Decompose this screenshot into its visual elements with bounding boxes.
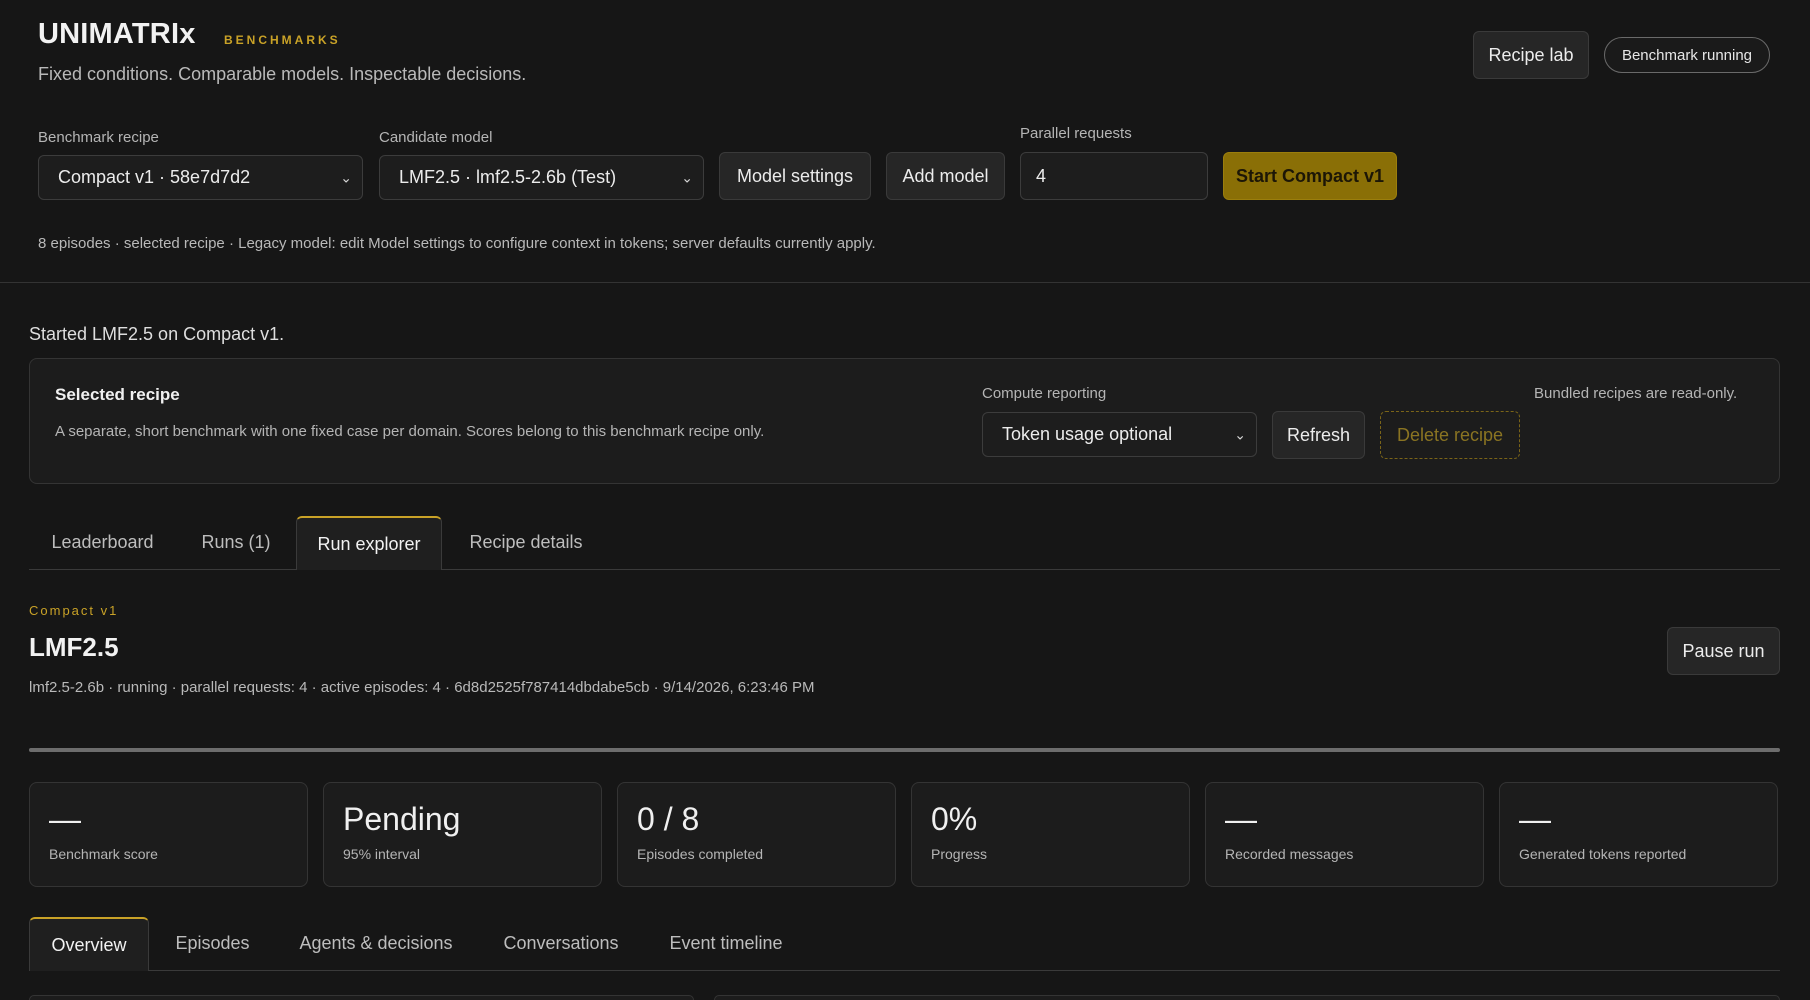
- stat-label: 95% interval: [343, 846, 421, 862]
- header-divider: [0, 282, 1810, 283]
- stat-value: —: [49, 801, 81, 837]
- status-message: Started LMF2.5 on Compact v1.: [29, 324, 285, 344]
- tab-conversations[interactable]: Conversations: [486, 917, 636, 970]
- run-progress-fill: [29, 748, 1780, 752]
- tab-runs[interactable]: Runs (1): [186, 516, 286, 569]
- status-pill: Benchmark running: [1604, 37, 1770, 73]
- stat-progress: 0% Progress: [911, 782, 1190, 887]
- tab-episodes[interactable]: Episodes: [159, 917, 266, 970]
- delete-recipe-button[interactable]: Delete recipe: [1380, 411, 1520, 459]
- stat-generated-tokens: — Generated tokens reported: [1499, 782, 1778, 887]
- stat-benchmark-score: — Benchmark score: [29, 782, 308, 887]
- start-benchmark-button[interactable]: Start Compact v1: [1223, 152, 1397, 200]
- chevron-down-icon: ⌄: [340, 169, 352, 185]
- overview-card-right: [714, 995, 1780, 1000]
- recipe-lab-button[interactable]: Recipe lab: [1473, 31, 1589, 79]
- chevron-down-icon: ⌄: [681, 169, 693, 185]
- stat-value: —: [1225, 801, 1257, 837]
- stat-label: Recorded messages: [1225, 846, 1354, 862]
- main-tabs-underline: [29, 569, 1780, 570]
- brand-tag: BENCHMARKS: [224, 33, 341, 47]
- stat-label: Episodes completed: [637, 846, 764, 862]
- tab-overview[interactable]: Overview: [29, 917, 149, 971]
- stat-recorded-messages: — Recorded messages: [1205, 782, 1484, 887]
- tab-leaderboard[interactable]: Leaderboard: [29, 516, 176, 569]
- selected-recipe-description: A separate, short benchmark with one fix…: [55, 423, 765, 440]
- stat-episodes-completed: 0 / 8 Episodes completed: [617, 782, 896, 887]
- stat-label: Progress: [931, 846, 988, 862]
- run-recipe-tag: Compact v1: [29, 603, 119, 618]
- refresh-button[interactable]: Refresh: [1272, 411, 1365, 459]
- tab-agents-decisions[interactable]: Agents & decisions: [276, 917, 476, 970]
- selected-recipe-title: Selected recipe: [55, 385, 180, 404]
- stat-label: Benchmark score: [49, 846, 158, 862]
- chevron-down-icon: ⌄: [1234, 426, 1246, 442]
- stat-value: —: [1519, 801, 1551, 837]
- tab-recipe-details[interactable]: Recipe details: [452, 516, 600, 569]
- compute-reporting-select[interactable]: Token usage optional ⌄: [982, 412, 1257, 457]
- tab-event-timeline[interactable]: Event timeline: [646, 917, 806, 970]
- overview-card-left: [29, 995, 694, 1000]
- compute-reporting-label: Compute reporting: [982, 385, 1107, 402]
- brand-title: UNIMATRIx: [38, 18, 196, 50]
- stat-label: Generated tokens reported: [1519, 846, 1687, 862]
- benchmark-recipe-select[interactable]: Compact v1 · 58e7d7d2 ⌄: [38, 155, 363, 200]
- benchmark-recipe-value: Compact v1 · 58e7d7d2: [58, 167, 251, 187]
- model-settings-button[interactable]: Model settings: [719, 152, 871, 200]
- readonly-note: Bundled recipes are read-only.: [1534, 385, 1738, 402]
- parallel-requests-label: Parallel requests: [1020, 125, 1132, 142]
- add-model-button[interactable]: Add model: [886, 152, 1005, 200]
- run-model-title: LMF2.5: [29, 632, 119, 662]
- benchmark-recipe-label: Benchmark recipe: [38, 129, 159, 146]
- compute-reporting-value: Token usage optional: [1002, 424, 1173, 444]
- stat-interval: Pending 95% interval: [323, 782, 602, 887]
- stat-value: Pending: [343, 801, 461, 837]
- tab-run-explorer[interactable]: Run explorer: [296, 516, 442, 570]
- run-meta: lmf2.5-2.6b · running · parallel request…: [29, 679, 815, 696]
- recipe-hint: 8 episodes · selected recipe · Legacy mo…: [38, 235, 876, 252]
- stat-value: 0 / 8: [637, 801, 700, 837]
- tagline: Fixed conditions. Comparable models. Ins…: [38, 64, 527, 84]
- candidate-model-value: LMF2.5 · lmf2.5-2.6b (Test): [399, 167, 617, 187]
- pause-run-button[interactable]: Pause run: [1667, 627, 1780, 675]
- parallel-requests-input[interactable]: 4: [1020, 152, 1208, 200]
- candidate-model-label: Candidate model: [379, 129, 493, 146]
- stat-value: 0%: [931, 801, 978, 837]
- sub-tabs-underline: [29, 970, 1780, 971]
- candidate-model-select[interactable]: LMF2.5 · lmf2.5-2.6b (Test) ⌄: [379, 155, 704, 200]
